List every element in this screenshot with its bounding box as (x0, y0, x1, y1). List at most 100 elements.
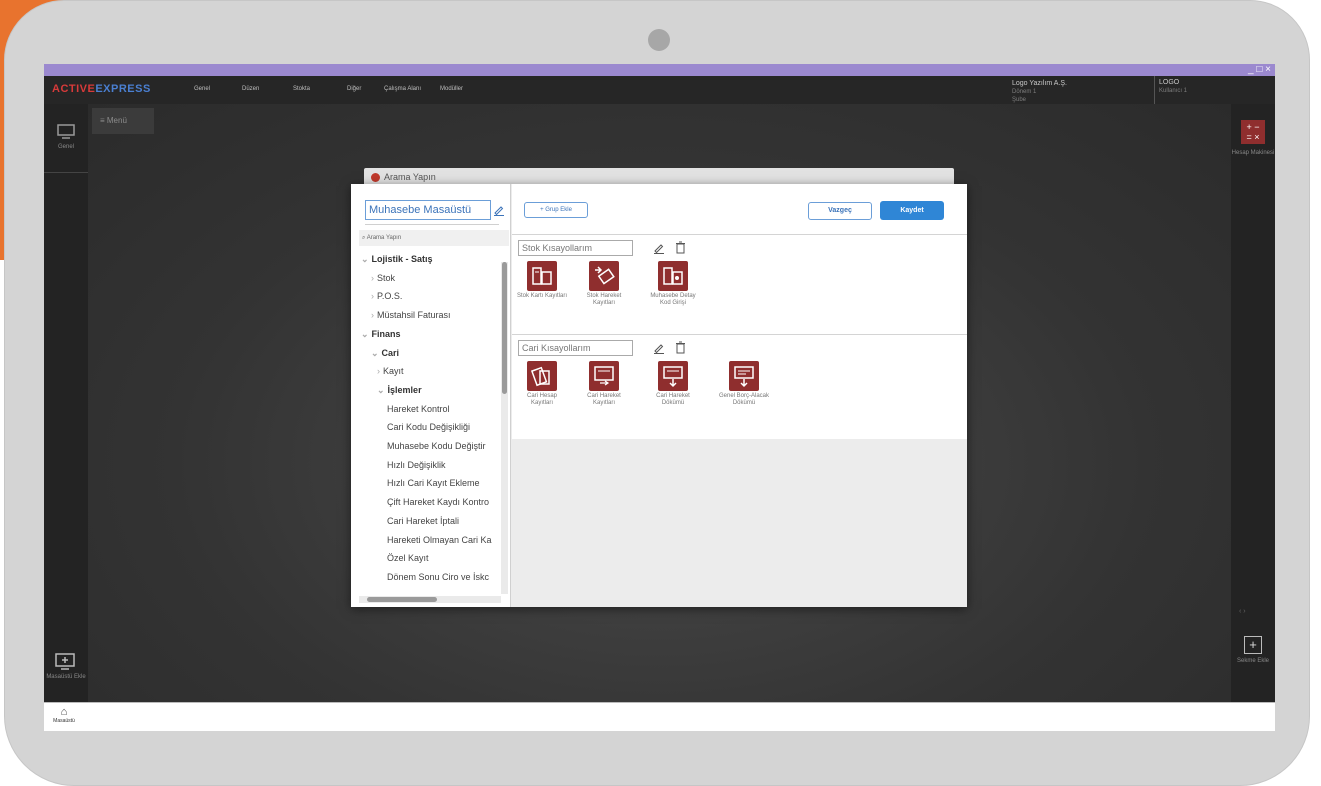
chevron-right-icon: › (377, 366, 380, 377)
title-bar: _ □ × (44, 64, 1275, 76)
menu-stokta[interactable]: Stokta (293, 86, 310, 92)
menu-moduller[interactable]: Modüller (440, 86, 463, 92)
tree-item-label: Hareket Kontrol (387, 403, 450, 414)
add-group-button[interactable]: + Grup Ekle (524, 202, 588, 218)
shortcut-group: Stok Kısayollarım Stok Kartı Kayıtları Sto… (512, 234, 967, 334)
tree-item[interactable]: Çift Hareket Kaydı Kontro (387, 497, 489, 507)
tree-item[interactable]: Hızlı Değişiklik (387, 460, 446, 470)
tree-item-label: Özel Kayıt (387, 553, 429, 564)
calculator-label: Hesap Makinesi (1231, 150, 1275, 156)
shortcut-label: Cari Hareket Kayıtları (587, 393, 621, 406)
cancel-button[interactable]: Vazgeç (808, 202, 872, 220)
left-rail-top-label: Genel (57, 144, 74, 150)
tree-item-label: Cari Kodu Değişikliği (387, 422, 471, 433)
tree-item[interactable]: ⌄ Cari (371, 348, 399, 359)
tree-item[interactable]: ⌄ İşlemler (377, 385, 422, 396)
shortcut-label: Cari Hareket Dökümü (656, 393, 690, 406)
add-desktop-icon[interactable] (54, 653, 76, 676)
menu-bar: ACTIVEEXPRESS Genel Düzen Stokta Diğer Ç… (44, 76, 1275, 104)
delete-group-icon[interactable] (675, 341, 686, 359)
menu-genel[interactable]: Genel (194, 86, 210, 92)
home-label: Masaüstü (53, 718, 75, 724)
tree-item-label: Muhasebe Kodu Değiştir (387, 441, 486, 451)
tree-item[interactable]: › Müstahsil Faturası (371, 310, 451, 320)
group-title-input[interactable]: Cari Kısayollarım (518, 340, 633, 356)
menu-search-input[interactable]: ⌕ Arama Yapın (359, 230, 509, 246)
home-tab[interactable]: ⌂ Masaüstü (47, 706, 81, 725)
tree-item[interactable]: › P.O.S. (371, 291, 402, 301)
save-button[interactable]: Kaydet (880, 201, 944, 220)
menu-duzen[interactable]: Düzen (242, 86, 259, 92)
tree-item-label: Hızlı Değişiklik (387, 459, 446, 470)
shortcut-item[interactable]: Cari Hareket Kayıtları (578, 361, 630, 407)
desktop-editor-dialog: Muhasebe Masaüstü ⌕ Arama Yapın ⌄ Lojisti… (351, 184, 967, 607)
shortcut-item[interactable]: Stok Kartı Kayıtları (516, 261, 568, 300)
shortcut-item[interactable]: Cari Hesap Kayıtları (516, 361, 568, 407)
nav-arrows-icon[interactable]: ‹ › (1239, 608, 1246, 615)
group-title-input[interactable]: Stok Kısayollarım (518, 240, 633, 256)
tree-item[interactable]: › Stok (371, 273, 395, 283)
edit-name-icon[interactable] (493, 203, 505, 221)
edit-group-icon[interactable] (653, 341, 665, 359)
tree-item-label: Stok (377, 272, 396, 283)
monitor-icon[interactable] (56, 124, 76, 145)
delete-group-icon[interactable] (675, 241, 686, 259)
menu-button[interactable]: ≡ Menü (92, 108, 154, 134)
tree-item[interactable]: › Kayıt (377, 366, 404, 376)
chevron-right-icon: › (371, 291, 374, 302)
tree-item-label: Cari (381, 347, 400, 358)
shortcut-label: Stok Kartı Kayıtları (516, 293, 568, 299)
shortcut-label: Stok Hareket Kayıtları (586, 293, 622, 306)
add-desktop-label: Masaüstü Ekle (46, 674, 86, 680)
calculator-icon[interactable]: + − = × (1241, 120, 1265, 144)
shortcut-label: Cari Hesap Kayıtları (526, 393, 557, 406)
shortcut-item[interactable]: Cari Hareket Dökümü (647, 361, 699, 407)
home-icon: ⌂ (60, 706, 68, 718)
chevron-right-icon: › (371, 310, 374, 321)
shortcut-item[interactable]: Genel Borç-Alacak Dökümü (718, 361, 770, 407)
add-tab-icon[interactable]: + (1244, 636, 1262, 654)
tree-item[interactable]: Cari Hareket İptali (387, 516, 459, 526)
current-movement-icon (589, 361, 619, 391)
tree-item[interactable]: Muhasebe Kodu Değiştir (387, 441, 486, 451)
shortcut-item[interactable]: Muhasebe Detay Kod Girişi (647, 261, 699, 307)
menu-diger[interactable]: Diğer (347, 86, 361, 92)
user-info[interactable]: LOGO Kullanıcı 1 (1154, 76, 1275, 104)
accounting-code-icon (658, 261, 688, 291)
tree-item[interactable]: ⌄ Lojistik - Satış (361, 254, 433, 265)
tree-vertical-thumb[interactable] (502, 262, 507, 394)
tree-horizontal-scrollbar[interactable] (359, 596, 501, 603)
desktop-name-input[interactable]: Muhasebe Masaüstü (365, 200, 491, 220)
tree-item-label: Cari Hareket İptali (387, 515, 460, 526)
menu-calisma-alani[interactable]: Çalışma Alanı (384, 86, 421, 92)
app-screen: _ □ × ACTIVEEXPRESS Genel Düzen Stokta D… (44, 64, 1275, 731)
tree-item-label: Hareketi Olmayan Cari Ka (387, 534, 492, 545)
current-account-icon (527, 361, 557, 391)
company-info[interactable]: Logo Yazılım A.Ş. Dönem 1 Şube (1012, 80, 1067, 104)
tree-vertical-scrollbar[interactable] (501, 262, 508, 594)
tree-item[interactable]: Dönem Sonu Ciro ve İskc (387, 572, 489, 582)
chevron-down-icon: ⌄ (377, 384, 385, 395)
tree-item[interactable]: Hareket Kontrol (387, 404, 450, 414)
stage: _ □ × ACTIVEEXPRESS Genel Düzen Stokta D… (0, 0, 1321, 786)
tree-item[interactable]: ⌄ Finans (361, 329, 401, 340)
tree-item-label: Finans (371, 328, 401, 339)
tree-item-label: Lojistik - Satış (371, 254, 433, 264)
tree-item[interactable]: Cari Kodu Değişikliği (387, 422, 470, 432)
shortcut-item[interactable]: Stok Hareket Kayıtları (578, 261, 630, 307)
tree-item-label: Hızlı Cari Kayıt Ekleme (387, 478, 480, 489)
tree-item[interactable]: Hızlı Cari Kayıt Ekleme (387, 478, 480, 488)
edit-group-icon[interactable] (653, 241, 665, 259)
window-controls[interactable]: _ □ × (1248, 64, 1271, 76)
chevron-right-icon: › (371, 272, 374, 283)
company-name: Logo Yazılım A.Ş. (1012, 80, 1067, 87)
tree-item[interactable]: Özel Kayıt (387, 553, 429, 563)
tree-horizontal-thumb[interactable] (367, 597, 437, 602)
stock-movement-icon (589, 261, 619, 291)
tree-item-label: Müstahsil Faturası (377, 310, 451, 321)
tree-item[interactable]: Hareketi Olmayan Cari Ka (387, 535, 492, 545)
name-underline (365, 224, 499, 225)
dialog-left-panel: Muhasebe Masaüstü ⌕ Arama Yapın ⌄ Lojisti… (351, 184, 511, 607)
tree-item-label: Kayıt (383, 366, 404, 377)
company-period: Dönem 1 (1012, 89, 1037, 95)
